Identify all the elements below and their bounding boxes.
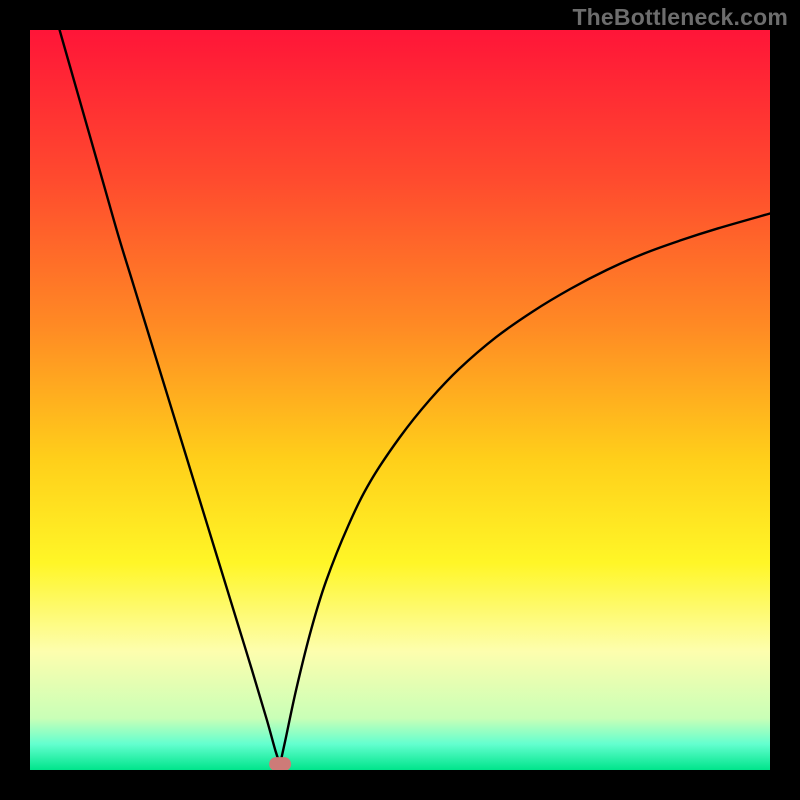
watermark-text: TheBottleneck.com [572, 4, 788, 31]
chart-frame: TheBottleneck.com [0, 0, 800, 800]
minimum-marker [269, 757, 291, 770]
plot-area [30, 30, 770, 770]
gradient-background [30, 30, 770, 770]
chart-svg [30, 30, 770, 770]
